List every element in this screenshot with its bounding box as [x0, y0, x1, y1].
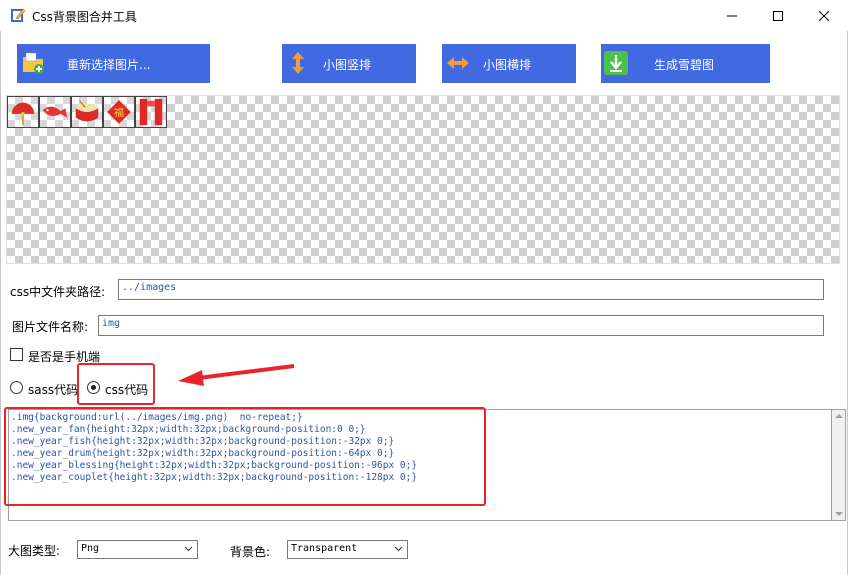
mobile-checkbox[interactable] [10, 348, 23, 361]
css-path-input[interactable]: ../images [118, 279, 824, 300]
image-type-label: 大图类型: [8, 544, 61, 558]
vertical-arrows-icon [292, 52, 304, 74]
horizontal-layout-button[interactable]: 小图横排 [442, 44, 576, 83]
css-label: css代码 [105, 383, 149, 397]
reselect-images-button[interactable]: 重新选择图片... [17, 44, 210, 83]
sass-radio[interactable] [10, 381, 23, 394]
scroll-up-icon[interactable] [835, 414, 843, 418]
css-path-label: css中文件夹路径: [10, 285, 106, 299]
close-icon [819, 10, 829, 21]
tile-fan [7, 96, 39, 128]
bg-color-select[interactable]: Transparent [287, 540, 408, 559]
image-type-select[interactable]: Png [77, 540, 198, 559]
fan-icon [11, 102, 35, 126]
tile-drum [71, 96, 103, 128]
blessing-icon: 福 [107, 100, 131, 124]
bg-color-value: Transparent [291, 543, 358, 554]
chevron-down-icon [394, 546, 403, 552]
fish-icon [42, 106, 68, 118]
css-radio[interactable] [87, 381, 100, 394]
minimize-button[interactable] [709, 0, 755, 31]
vertical-label: 小图竖排 [323, 58, 372, 72]
horizontal-label: 小图横排 [483, 58, 532, 72]
sprite-preview: 福 [6, 95, 840, 264]
reselect-label: 重新选择图片... [67, 58, 151, 72]
pencil-app-icon [11, 8, 26, 22]
tile-couplet [135, 96, 167, 128]
image-type-value: Png [81, 543, 100, 554]
window-title: Css背景图合并工具 [32, 10, 137, 24]
couplet-icon [139, 98, 163, 126]
bg-color-label: 背景色: [230, 545, 271, 559]
generate-sprite-button[interactable]: 生成雪碧图 [601, 44, 770, 83]
horizontal-arrows-icon [447, 57, 469, 69]
vertical-layout-button[interactable]: 小图竖排 [282, 44, 416, 83]
image-name-label: 图片文件名称: [12, 320, 89, 334]
image-name-input[interactable]: img [98, 315, 824, 336]
tile-fish [39, 96, 71, 128]
maximize-button[interactable] [755, 0, 801, 31]
close-button[interactable] [801, 0, 847, 31]
title-bar: Css背景图合并工具 [0, 0, 848, 31]
highlight-box-code [4, 407, 486, 506]
download-arrow-icon [604, 51, 628, 75]
svg-text:福: 福 [114, 106, 124, 119]
drum-icon [75, 100, 99, 122]
chevron-down-icon [184, 546, 193, 552]
generate-label: 生成雪碧图 [654, 58, 715, 72]
tile-blessing: 福 [103, 96, 135, 128]
minimize-icon [727, 15, 737, 16]
sass-label: sass代码 [28, 383, 79, 397]
add-folder-icon [23, 52, 44, 74]
scroll-down-icon[interactable] [835, 512, 843, 516]
red-arrow-annotation [178, 364, 295, 386]
code-scrollbar[interactable] [832, 409, 846, 521]
maximize-icon [773, 10, 783, 21]
